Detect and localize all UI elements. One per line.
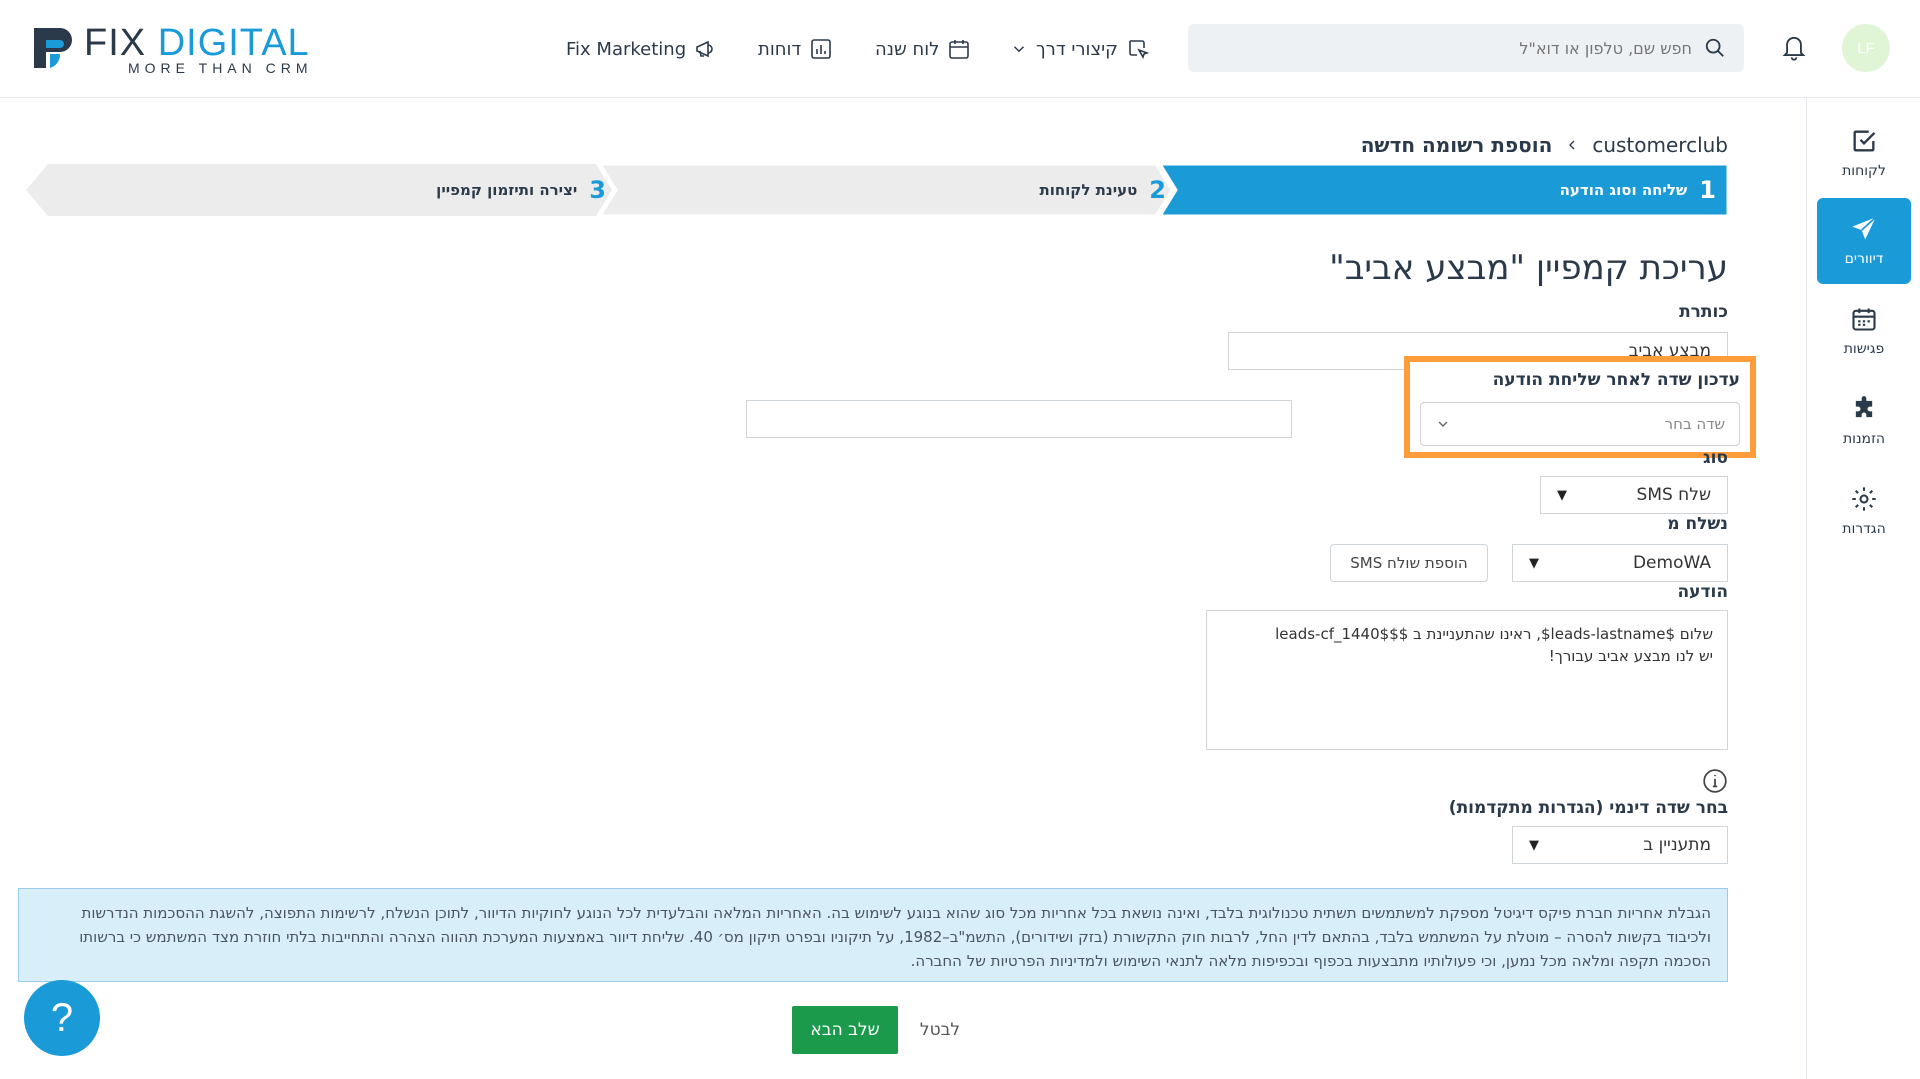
sidebar-item-mailings[interactable]: דיוורים xyxy=(1817,198,1911,284)
update-field-select[interactable]: שדה בחר xyxy=(1420,402,1740,446)
message-textarea[interactable]: שלום $leads-lastname$, ראינו שהתעניינת ב… xyxy=(1206,610,1728,750)
search-input[interactable] xyxy=(1222,38,1692,58)
nav-label: לוח שנה xyxy=(875,38,940,60)
chevron-left-icon xyxy=(1569,140,1575,150)
update-field-label: עדכון שדה לאחר שליחת הודעה xyxy=(1492,370,1740,390)
caret-down-icon: ▼ xyxy=(1529,837,1539,853)
chart-icon xyxy=(811,39,832,59)
send-icon xyxy=(1852,216,1877,240)
step-number: 3 xyxy=(589,176,606,204)
calendar-icon xyxy=(949,40,970,59)
logo-word-fix: FIX xyxy=(84,22,147,64)
info-icon[interactable] xyxy=(1702,768,1728,794)
gear-icon xyxy=(1852,487,1876,511)
cursor-icon xyxy=(1129,40,1150,59)
wizard-steps: 1 שליחה וסוג הודעה 2 טעינת לקוחות 3 יציר… xyxy=(26,164,1728,216)
bell-icon[interactable] xyxy=(1780,32,1808,62)
step-2[interactable]: 2 טעינת לקוחות xyxy=(766,164,1166,216)
caret-down-icon: ▼ xyxy=(1557,487,1567,503)
search-icon xyxy=(1705,38,1724,57)
sender-label: נשלח מ xyxy=(1667,514,1728,534)
logo-word-digital: DIGITAL xyxy=(157,22,310,64)
sidebar-item-customers[interactable]: לקוחות xyxy=(1817,110,1911,196)
next-step-button[interactable]: שלב הבא xyxy=(792,1006,898,1054)
sidebar-item-label: לקוחות xyxy=(1842,163,1886,179)
nav-label: דוחות xyxy=(758,38,802,60)
sidebar-item-label: דיוורים xyxy=(1844,251,1884,267)
step-label: יצירה ותיזמון קמפיין xyxy=(436,181,578,199)
dynamic-field-select[interactable]: מתעניין ב ▼ xyxy=(1512,826,1728,864)
update-field-section-highlight: עדכון שדה לאחר שליחת הודעה שדה בחר xyxy=(1404,356,1756,458)
sidebar-item-label: פגישות xyxy=(1843,341,1885,357)
cancel-button[interactable]: לבטל xyxy=(910,1006,970,1054)
puzzle-icon xyxy=(1855,396,1873,418)
nav-fix-marketing[interactable]: Fix Marketing xyxy=(566,30,718,68)
step-label: טעינת לקוחות xyxy=(1039,181,1138,199)
type-label: סוג xyxy=(1703,448,1728,468)
type-value: שלח SMS xyxy=(1636,485,1711,505)
breadcrumb-current: הוספת רשומה חדשה xyxy=(1360,133,1553,157)
step-number: 1 xyxy=(1699,176,1716,204)
nav-label: Fix Marketing xyxy=(566,38,687,60)
nav-shortcuts[interactable]: קיצורי דרך xyxy=(1010,30,1150,68)
subject-label: כותרת xyxy=(1679,302,1728,322)
checkbox-icon xyxy=(1853,130,1876,152)
logo-wordmark: FIX DIGITAL xyxy=(84,22,310,64)
dynamic-field-value: מתעניין ב xyxy=(1643,835,1711,855)
logo-tagline: MORE THAN CRM xyxy=(128,60,313,76)
disclaimer-box: הגבלת אחריות חברת פיקס דיגיטל מספקת למשת… xyxy=(18,888,1728,982)
help-button[interactable]: ? xyxy=(24,980,100,1056)
right-sidebar: לקוחות דיוורים פגישות הזמנות הגדרות xyxy=(1806,98,1920,1079)
page-title: עריכת קמפיין "מבצע אביב" xyxy=(1329,248,1728,288)
add-sms-sender-button[interactable]: הוספת שולח SMS xyxy=(1330,544,1488,582)
sender-value: DemoWA xyxy=(1632,553,1711,573)
avatar[interactable]: LF xyxy=(1842,24,1890,72)
message-label: הודעה xyxy=(1677,582,1728,602)
step-number: 2 xyxy=(1149,176,1166,204)
nav-label: קיצורי דרך xyxy=(1036,38,1118,60)
dynamic-field-label: בחר שדה דינמי (הגדרות מתקדמות) xyxy=(1448,798,1728,818)
step-1[interactable]: 1 שליחה וסוג הודעה xyxy=(1386,164,1716,216)
sidebar-item-settings[interactable]: הגדרות xyxy=(1817,468,1911,554)
logo[interactable]: FIX DIGITAL MORE THAN CRM xyxy=(28,22,358,78)
sidebar-item-orders[interactable]: הזמנות xyxy=(1817,378,1911,464)
megaphone-icon xyxy=(696,40,713,58)
caret-down-icon: ▼ xyxy=(1529,555,1539,571)
logo-icon xyxy=(34,28,72,68)
chevron-down-icon xyxy=(1438,421,1448,427)
breadcrumb: customerclub הוספת רשומה חדשה xyxy=(1240,130,1728,160)
nav-reports[interactable]: דוחות xyxy=(758,30,833,68)
nav-calendar[interactable]: לוח שנה xyxy=(875,30,971,68)
update-field-value-input[interactable] xyxy=(746,400,1292,438)
sender-select[interactable]: DemoWA ▼ xyxy=(1512,544,1728,582)
breadcrumb-root[interactable]: customerclub xyxy=(1592,133,1728,157)
top-bar: FIX DIGITAL MORE THAN CRM Fix Marketing … xyxy=(0,0,1920,98)
step-3[interactable]: 3 יצירה ותיזמון קמפיין xyxy=(206,164,606,216)
select-placeholder: שדה בחר xyxy=(1664,415,1725,433)
calendar-icon xyxy=(1852,308,1876,331)
sidebar-item-meetings[interactable]: פגישות xyxy=(1817,288,1911,374)
step-label: שליחה וסוג הודעה xyxy=(1559,181,1688,199)
sidebar-item-label: הגדרות xyxy=(1842,521,1886,537)
sidebar-item-label: הזמנות xyxy=(1842,431,1886,447)
type-select[interactable]: שלח SMS ▼ xyxy=(1540,476,1728,514)
chevron-down-icon xyxy=(1013,46,1025,53)
search-bar[interactable] xyxy=(1188,24,1744,72)
